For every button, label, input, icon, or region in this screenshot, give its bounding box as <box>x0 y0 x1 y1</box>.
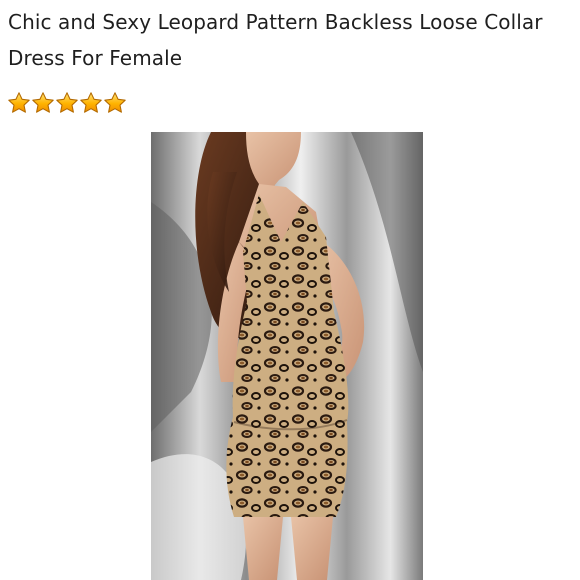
rating-stars <box>7 91 127 115</box>
star-icon <box>32 92 54 113</box>
star-icon <box>56 92 78 113</box>
product-title: Chic and Sexy Leopard Pattern Backless L… <box>8 10 543 70</box>
product-image[interactable] <box>151 132 423 580</box>
star-icon <box>80 92 102 113</box>
star-icon <box>8 92 30 113</box>
star-icon <box>104 92 126 113</box>
